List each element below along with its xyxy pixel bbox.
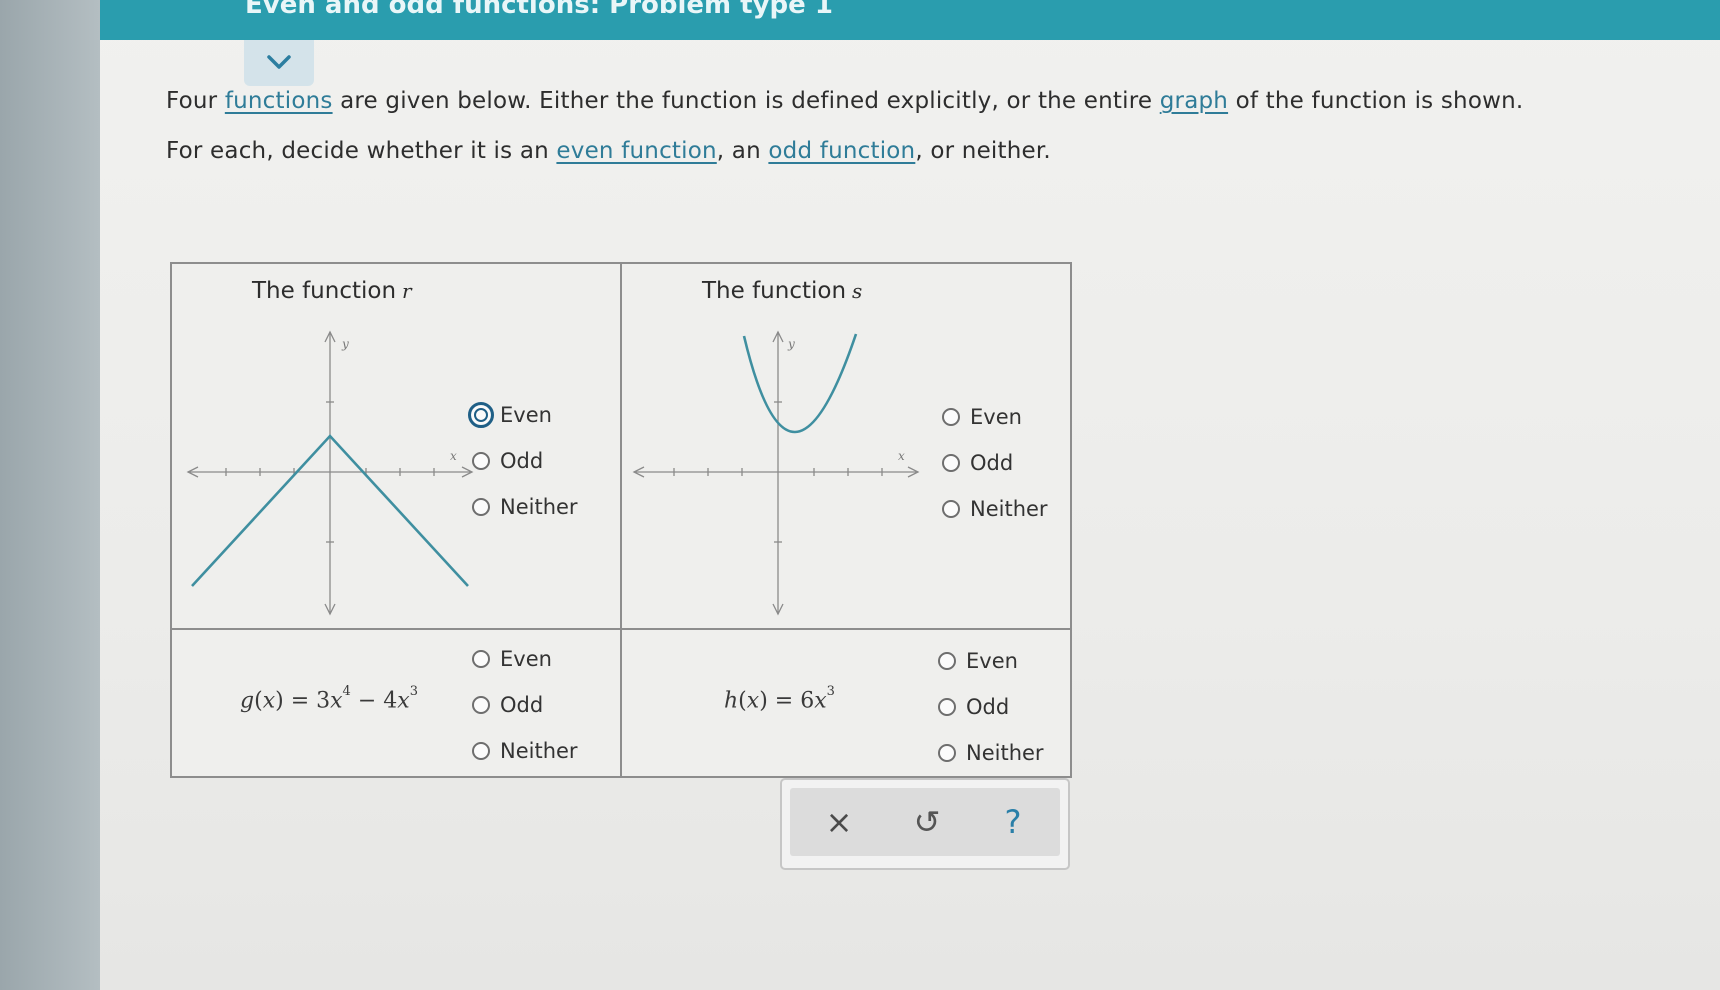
instructions: Four functions are given below. Either t… [166,88,1666,188]
problem-cell-r: The function r y x Even Odd Neither [172,264,622,630]
y-axis-label: y [341,337,349,351]
radio-s-odd[interactable] [942,454,960,472]
radio-r-even[interactable] [468,402,494,428]
radio-g-neither[interactable] [472,742,490,760]
x-axis-label: x [450,449,457,463]
even-function-link[interactable]: even function [556,138,716,164]
option-r-odd[interactable]: Odd [472,438,578,484]
radio-r-odd[interactable] [472,452,490,470]
y-axis-label: y [787,337,795,351]
problem-title: Even and odd functions: Problem type 1 [245,0,833,20]
top-bar: Even and odd functions: Problem type 1 [100,0,1720,40]
graph-link[interactable]: graph [1160,88,1228,114]
curve-s [742,333,858,434]
problem-cell-h: h(x) = 6x3 Even Odd Neither [622,630,1070,776]
options-r: Even Odd Neither [468,392,578,530]
help-icon: ? [1004,803,1022,841]
options-s: Even Odd Neither [942,394,1048,532]
instructions-line-1: Four functions are given below. Either t… [166,88,1524,114]
close-icon: × [825,803,853,841]
instructions-line-2: For each, decide whether it is an even f… [166,138,1051,164]
x-axis-label: x [898,449,905,463]
help-button[interactable]: ? [988,800,1038,844]
problem-grid: The function r y x Even Odd Neither The … [170,262,1072,778]
graph-r: y x [186,330,474,616]
option-s-neither[interactable]: Neither [942,486,1048,532]
clear-button[interactable]: × [814,800,864,844]
option-s-odd[interactable]: Odd [942,440,1048,486]
odd-function-link[interactable]: odd function [768,138,915,164]
option-g-neither[interactable]: Neither [472,728,578,774]
undo-button[interactable]: ↺ [902,800,952,844]
option-r-even[interactable]: Even [468,392,578,438]
function-r-title: The function r [252,278,412,304]
radio-s-neither[interactable] [942,500,960,518]
collapse-button[interactable] [244,40,314,86]
toolbar-inner: × ↺ ? [790,788,1060,856]
radio-h-neither[interactable] [938,744,956,762]
radio-g-even[interactable] [472,650,490,668]
problem-cell-s: The function s y x Even Odd Neither [622,264,1070,630]
radio-g-odd[interactable] [472,696,490,714]
radio-h-even[interactable] [938,652,956,670]
answer-toolbar: × ↺ ? [780,778,1070,870]
function-s-title: The function s [702,278,863,304]
functions-link[interactable]: functions [225,88,333,114]
option-g-even[interactable]: Even [472,636,578,682]
options-g: Even Odd Neither [472,636,578,774]
radio-h-odd[interactable] [938,698,956,716]
option-h-neither[interactable]: Neither [938,730,1044,776]
option-s-even[interactable]: Even [942,394,1048,440]
option-r-neither[interactable]: Neither [472,484,578,530]
problem-cell-g: g(x) = 3x4 − 4x3 Even Odd Neither [172,630,622,776]
radio-r-neither[interactable] [472,498,490,516]
option-h-odd[interactable]: Odd [938,684,1044,730]
monitor-bezel [0,0,100,990]
formula-g: g(x) = 3x4 − 4x3 [240,684,418,714]
app-screen: Even and odd functions: Problem type 1 F… [100,0,1720,990]
radio-s-even[interactable] [942,408,960,426]
options-h: Even Odd Neither [938,638,1044,776]
undo-icon: ↺ [913,803,941,841]
chevron-down-icon [267,55,291,69]
option-g-odd[interactable]: Odd [472,682,578,728]
option-h-even[interactable]: Even [938,638,1044,684]
graph-s: y x [632,330,920,616]
formula-h: h(x) = 6x3 [724,684,835,714]
